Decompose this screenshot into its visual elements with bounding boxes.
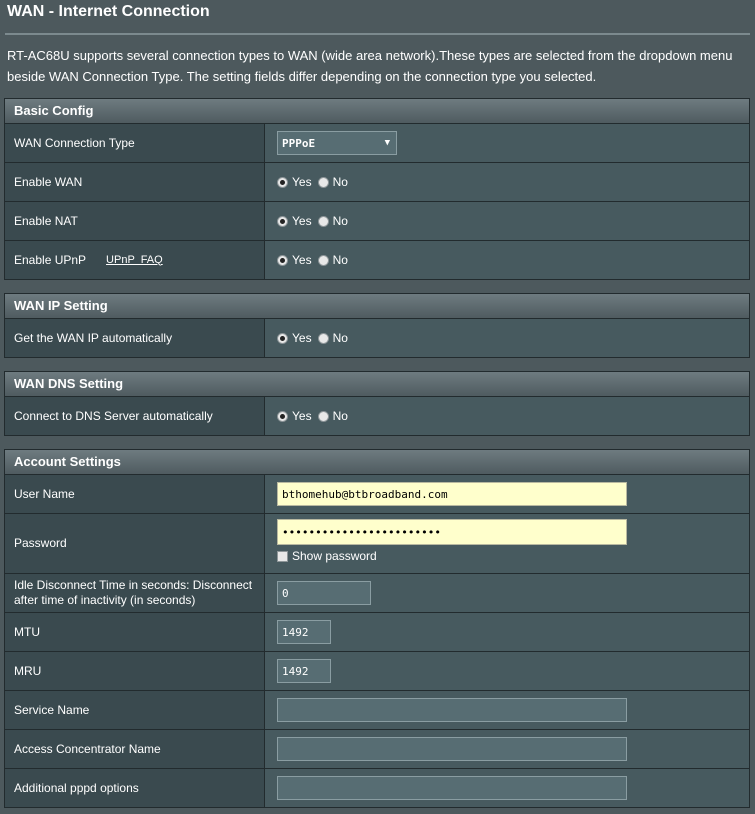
password-label: Password [5,514,265,573]
row-mru: MRU 1492 [4,652,750,691]
mru-value: 1492 [282,664,309,678]
row-auto-wan-ip: Get the WAN IP automatically Yes No [4,319,750,358]
upnp-faq-link[interactable]: UPnP FAQ [106,253,163,268]
mru-label: MRU [5,652,265,690]
row-pppd-options: Additional pppd options [4,769,750,808]
enable-wan-no-radio[interactable] [317,176,329,188]
auto-wan-ip-label: Get the WAN IP automatically [5,319,265,357]
section-header-basic-config: Basic Config [4,98,750,124]
row-service-name: Service Name [4,691,750,730]
username-value: bthomehub@btbroadband.com [282,487,448,501]
mru-input[interactable]: 1492 [277,659,331,683]
radio-yes-label: Yes [292,331,312,345]
auto-dns-label: Connect to DNS Server automatically [5,397,265,435]
idle-disconnect-input[interactable]: 0 [277,581,371,605]
pppd-options-input[interactable] [277,776,627,800]
enable-wan-label: Enable WAN [5,163,265,201]
section-header-account: Account Settings [4,449,750,475]
enable-wan-yes-radio[interactable] [277,176,288,188]
page-title: WAN - Internet Connection [7,3,210,20]
idle-disconnect-label: Idle Disconnect Time in seconds: Disconn… [5,574,265,612]
mtu-input[interactable]: 1492 [277,620,331,644]
auto-dns-yes-radio[interactable] [277,410,288,422]
title-divider [5,33,750,35]
radio-no-label: No [332,409,348,423]
show-password-checkbox[interactable] [277,550,288,562]
page-description: RT-AC68U supports several connection typ… [7,48,733,84]
section-header-wan-ip: WAN IP Setting [4,293,750,319]
section-header-wan-dns: WAN DNS Setting [4,371,750,397]
wan-type-value: PPPoE [282,136,316,150]
password-value: •••••••••••••••••••••••• [282,525,441,539]
row-wan-connection-type: WAN Connection Type PPPoE ▼ [4,124,750,163]
enable-nat-no-radio[interactable] [317,215,329,227]
row-idle-disconnect: Idle Disconnect Time in seconds: Disconn… [4,574,750,613]
auto-wan-ip-no-radio[interactable] [317,332,329,344]
pppd-options-label: Additional pppd options [5,769,265,807]
radio-no-label: No [332,331,348,345]
radio-yes-label: Yes [292,253,312,267]
radio-no-label: No [332,253,348,267]
auto-wan-ip-yes-radio[interactable] [277,332,288,344]
basic-config-section: Basic Config WAN Connection Type PPPoE ▼… [4,98,750,280]
password-input[interactable]: •••••••••••••••••••••••• [277,519,627,545]
radio-yes-label: Yes [292,214,312,228]
row-enable-upnp: Enable UPnP UPnP FAQ Yes No [4,241,750,280]
mtu-label: MTU [5,613,265,651]
radio-yes-label: Yes [292,409,312,423]
service-name-label: Service Name [5,691,265,729]
dropdown-arrow-icon: ▼ [384,138,390,148]
row-password: Password •••••••••••••••••••••••• Show p… [4,514,750,574]
row-enable-wan: Enable WAN Yes No [4,163,750,202]
idle-disconnect-value: 0 [282,586,289,600]
row-username: User Name bthomehub@btbroadband.com [4,475,750,514]
enable-upnp-label: Enable UPnP [14,252,87,267]
service-name-input[interactable] [277,698,627,722]
mtu-value: 1492 [282,625,309,639]
row-ac-name: Access Concentrator Name [4,730,750,769]
enable-nat-yes-radio[interactable] [277,215,288,227]
enable-upnp-yes-radio[interactable] [277,254,288,266]
row-enable-nat: Enable NAT Yes No [4,202,750,241]
radio-no-label: No [332,214,348,228]
enable-nat-label: Enable NAT [5,202,265,240]
auto-dns-no-radio[interactable] [317,410,329,422]
radio-yes-label: Yes [292,175,312,189]
enable-upnp-no-radio[interactable] [317,254,329,266]
enable-upnp-label-cell: Enable UPnP UPnP FAQ [5,241,265,279]
wan-dns-section: WAN DNS Setting Connect to DNS Server au… [4,371,750,436]
row-auto-dns: Connect to DNS Server automatically Yes … [4,397,750,436]
row-mtu: MTU 1492 [4,613,750,652]
wan-ip-section: WAN IP Setting Get the WAN IP automatica… [4,293,750,358]
wan-type-label: WAN Connection Type [5,124,265,162]
radio-no-label: No [332,175,348,189]
ac-name-label: Access Concentrator Name [5,730,265,768]
username-input[interactable]: bthomehub@btbroadband.com [277,482,627,506]
ac-name-input[interactable] [277,737,627,761]
username-label: User Name [5,475,265,513]
account-settings-section: Account Settings User Name bthomehub@btb… [4,449,750,808]
wan-type-select[interactable]: PPPoE ▼ [277,131,397,155]
show-password-label: Show password [292,549,377,563]
